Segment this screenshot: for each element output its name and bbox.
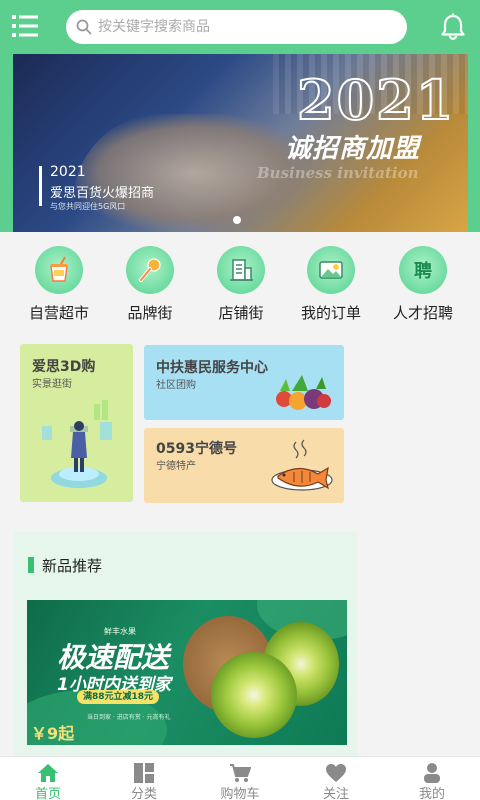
banner-slogan: 诚招商加盟: [285, 134, 421, 164]
promo-tags: 当日到家 · 进店有赏 · 元宵有礼: [87, 714, 171, 721]
category-brand-street[interactable]: 品牌街: [105, 246, 195, 326]
tab-category[interactable]: 分类: [96, 757, 192, 800]
microphone-icon: [139, 258, 161, 282]
kiwi-half-image: [211, 652, 297, 738]
section-title: 新品推荐: [42, 557, 103, 575]
bottom-navigation: 首页 分类 购物车 关注 我的: [0, 756, 480, 800]
header: 2021 诚招商加盟 Business invitation 2021 爱思百货…: [0, 0, 480, 232]
tab-mine[interactable]: 我的: [384, 757, 480, 800]
banner-subtitle-en: Business invitation: [257, 164, 419, 182]
list-menu-icon[interactable]: [12, 14, 38, 38]
drink-icon: [50, 256, 68, 282]
search-icon: [76, 19, 92, 35]
banner-accent-bar: [39, 166, 42, 206]
tab-label: 分类: [130, 787, 157, 800]
promo-card-title: 0593宁德号: [156, 441, 237, 457]
user-icon: [424, 763, 440, 783]
new-product-banner[interactable]: 鲜丰水果 极速配送 1小时内送到家 满88元立减18元 当日到家 · 进店有赏 …: [27, 600, 347, 745]
tab-label: 关注: [322, 787, 349, 800]
promo-price: ￥9起: [31, 724, 75, 743]
category-icon-bg: [126, 246, 174, 294]
category-icon-bg: 聘: [399, 246, 447, 294]
banner-tagline: 与您共同迎住5G风口: [50, 202, 126, 211]
landscape-icon: [319, 261, 343, 279]
home-icon: [38, 764, 58, 782]
carousel-indicator-dot[interactable]: [233, 216, 241, 224]
vr-illustration-icon: [42, 400, 112, 488]
promo-card-subtitle: 实景逛街: [32, 379, 72, 390]
banner-year-large: 2021: [296, 67, 456, 133]
building-icon: [230, 259, 253, 281]
top-bar: [0, 0, 480, 54]
search-input[interactable]: [98, 10, 398, 44]
promo-card-ningde-specialty[interactable]: 0593宁德号 宁德特产: [144, 428, 344, 503]
category-icon: [134, 763, 154, 783]
category-label: 我的订单: [300, 304, 361, 322]
heart-icon: [326, 764, 346, 782]
promo-card-service-center[interactable]: 中扶惠民服务中心 社区团购: [144, 345, 344, 420]
tab-label: 首页: [34, 787, 61, 800]
bell-icon[interactable]: [440, 13, 466, 41]
recruit-icon: 聘: [414, 260, 432, 282]
tab-label: 我的: [418, 787, 445, 800]
category-recruitment[interactable]: 聘 人才招聘: [378, 246, 468, 326]
tab-home[interactable]: 首页: [0, 757, 96, 800]
category-icon-bg: [217, 246, 265, 294]
fish-dish-icon: [271, 439, 333, 491]
category-label: 品牌街: [127, 304, 173, 322]
category-self-supermarket[interactable]: 自营超市: [14, 246, 104, 326]
category-label: 自营超市: [28, 304, 89, 322]
category-icon-bg: [307, 246, 355, 294]
category-my-orders[interactable]: 我的订单: [286, 246, 376, 326]
banner-year-small: 2021: [50, 164, 86, 180]
banner-carousel[interactable]: 2021 诚招商加盟 Business invitation 2021 爱思百货…: [13, 54, 468, 232]
category-label: 人才招聘: [392, 304, 453, 322]
category-icon-bg: [35, 246, 83, 294]
svg-text:聘: 聘: [414, 260, 432, 282]
tab-cart[interactable]: 购物车: [192, 757, 288, 800]
tab-follow[interactable]: 关注: [288, 757, 384, 800]
promo-coupon-badge: 满88元立减18元: [77, 690, 160, 704]
promo-card-3d-shopping[interactable]: 爱思3D购 实景逛街: [20, 344, 133, 502]
category-row: 自营超市 品牌街 店铺街 我的订单 聘 人才招聘: [0, 232, 480, 332]
promo-card-title: 爱思3D购: [32, 359, 96, 375]
category-shop-street[interactable]: 店铺街: [196, 246, 286, 326]
cart-icon: [230, 764, 251, 782]
banner-caption: 爱思百货火爆招商: [50, 186, 155, 201]
section-title-marker: [28, 557, 34, 573]
category-label: 店铺街: [218, 304, 264, 322]
search-bar[interactable]: [66, 10, 407, 44]
vegetables-icon: [276, 375, 331, 410]
promo-card-subtitle: 宁德特产: [156, 461, 196, 472]
promo-card-title: 中扶惠民服务中心: [156, 360, 268, 376]
tab-label: 购物车: [220, 787, 260, 800]
promo-card-subtitle: 社区团购: [156, 380, 196, 391]
